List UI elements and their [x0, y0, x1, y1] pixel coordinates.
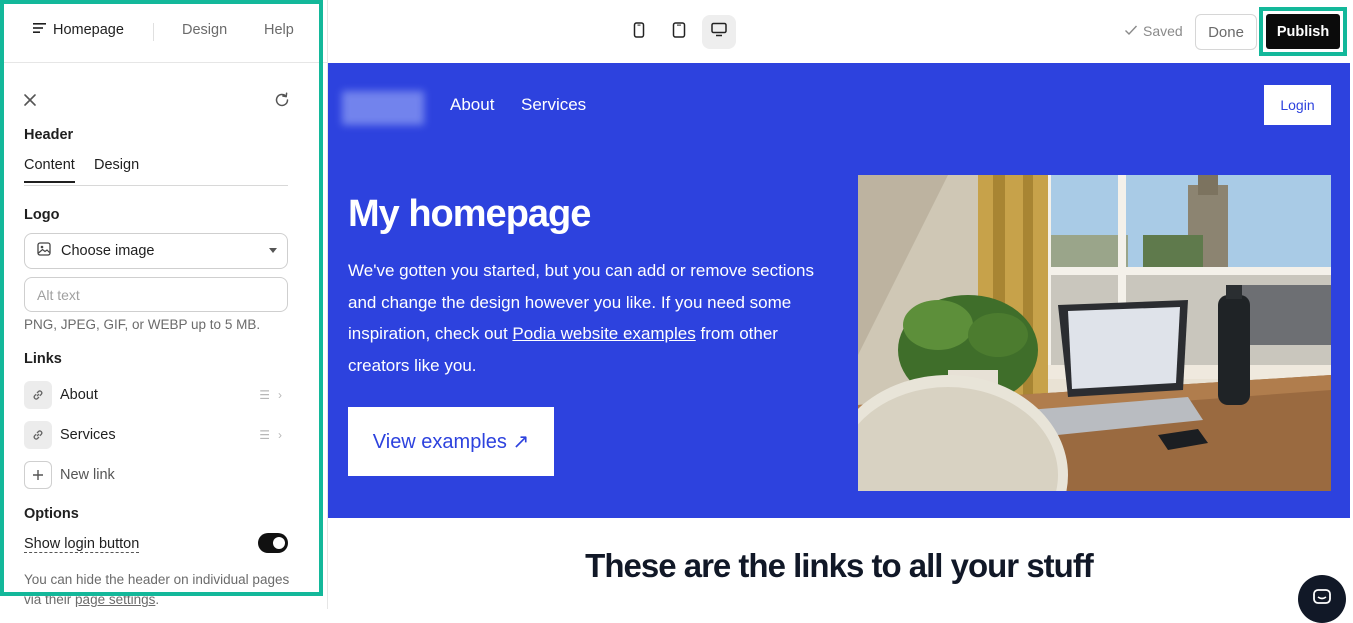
- done-button[interactable]: Done: [1195, 14, 1257, 50]
- chevron-down-icon: [269, 248, 277, 253]
- page-settings-link[interactable]: page settings: [75, 592, 155, 607]
- close-icon[interactable]: [21, 91, 39, 109]
- view-examples-button[interactable]: View examples ↗: [348, 407, 554, 476]
- tablet-view-button[interactable]: [662, 15, 696, 49]
- editor-sidebar: Homepage Design Help Header Content Desi…: [0, 0, 328, 609]
- chevron-right-icon[interactable]: ›: [278, 428, 282, 442]
- link-item-services[interactable]: Services ☰ ›: [24, 421, 288, 449]
- links-title: Links: [24, 351, 62, 367]
- toggle-knob: [273, 537, 285, 549]
- chat-icon: [1312, 588, 1332, 611]
- link-item-label: Services: [60, 427, 116, 443]
- hero-section: About Services Login My homepage We've g…: [328, 63, 1350, 518]
- show-login-label: Show login button: [24, 536, 140, 553]
- nav-link-services[interactable]: Services: [521, 95, 586, 115]
- choose-image-label: Choose image: [61, 243, 155, 259]
- new-link-label: New link: [60, 467, 115, 483]
- podia-examples-link[interactable]: Podia website examples: [512, 324, 695, 343]
- new-link-button[interactable]: New link: [24, 461, 288, 489]
- hero-image: [858, 175, 1331, 491]
- menu-icon: [33, 22, 47, 38]
- nav-link-about[interactable]: About: [450, 95, 494, 115]
- choose-image-select[interactable]: Choose image: [24, 233, 288, 269]
- chat-button[interactable]: [1298, 575, 1346, 623]
- tab-help[interactable]: Help: [264, 22, 294, 38]
- content-design-tabs: Content Design: [24, 157, 288, 186]
- logo-title: Logo: [24, 207, 60, 223]
- link-icon: [24, 381, 52, 409]
- refresh-icon[interactable]: [273, 91, 291, 109]
- desktop-view-button[interactable]: [702, 15, 736, 49]
- subtab-content[interactable]: Content: [24, 157, 75, 183]
- tab-homepage[interactable]: Homepage: [33, 22, 124, 38]
- saved-label: Saved: [1143, 23, 1183, 39]
- editor-toolbar: Saved Done Publish: [328, 0, 1353, 63]
- tab-divider: [153, 23, 154, 41]
- saved-status: Saved: [1124, 23, 1183, 39]
- show-login-toggle[interactable]: [258, 533, 288, 553]
- options-title: Options: [24, 506, 79, 522]
- link-icon: [24, 421, 52, 449]
- publish-button[interactable]: Publish: [1266, 14, 1340, 49]
- hero-description: We've gotten you started, but you can ad…: [348, 255, 818, 381]
- tablet-icon: [672, 21, 686, 43]
- header-hide-hint: You can hide the header on individual pa…: [24, 570, 294, 609]
- drag-handle-icon[interactable]: ☰: [259, 428, 270, 442]
- mobile-view-button[interactable]: [622, 15, 656, 49]
- link-item-label: About: [60, 387, 98, 403]
- desktop-icon: [711, 22, 727, 42]
- tab-homepage-label: Homepage: [53, 22, 124, 38]
- sidebar-top-tabs: Homepage Design Help: [0, 0, 327, 63]
- chevron-right-icon[interactable]: ›: [278, 388, 282, 402]
- hint-period: .: [155, 592, 160, 607]
- section-title: Header: [24, 127, 74, 143]
- page-preview: About Services Login My homepage We've g…: [328, 63, 1350, 623]
- plus-icon: [24, 461, 52, 489]
- link-item-about[interactable]: About ☰ ›: [24, 381, 288, 409]
- publish-highlight-box: Publish: [1259, 7, 1347, 56]
- check-icon: [1124, 23, 1138, 39]
- hero-title: My homepage: [348, 193, 591, 235]
- phone-icon: [633, 21, 645, 43]
- site-logo[interactable]: [342, 91, 424, 125]
- logo-hint: PNG, JPEG, GIF, or WEBP up to 5 MB.: [24, 317, 261, 332]
- subtab-design[interactable]: Design: [94, 157, 139, 181]
- alt-text-input[interactable]: [24, 277, 288, 312]
- image-icon: [37, 241, 51, 261]
- links-section-heading: These are the links to all your stuff: [585, 547, 1094, 584]
- drag-handle-icon[interactable]: ☰: [259, 388, 270, 402]
- login-button[interactable]: Login: [1264, 85, 1331, 125]
- tab-design[interactable]: Design: [182, 22, 227, 38]
